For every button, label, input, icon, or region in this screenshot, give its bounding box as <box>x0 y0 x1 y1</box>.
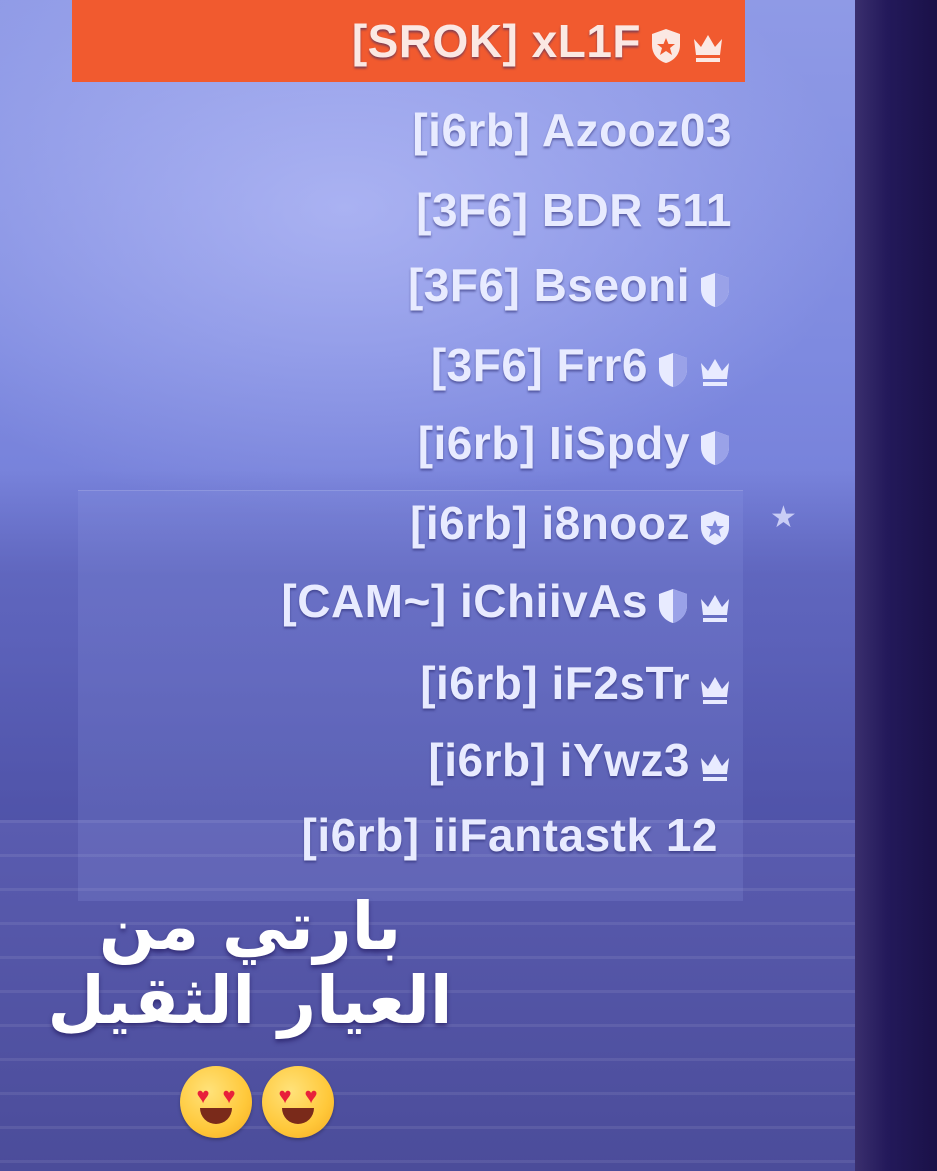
star-icon: ★ <box>770 501 797 534</box>
screen-bezel <box>855 0 937 1171</box>
story-caption: بارتي من العيار الثقيل <box>40 890 460 1038</box>
player-name: [i6rb] IiSpdy <box>417 417 690 469</box>
shield-star-icon <box>698 504 732 545</box>
player-name: [i6rb] i8nooz <box>410 497 690 549</box>
player-name: [CAM~] iChiivAs <box>281 575 648 627</box>
party-member-row[interactable]: [3F6] BDR 511 <box>416 175 732 245</box>
shield-icon <box>656 346 690 387</box>
party-member-row[interactable]: [i6rb] iYwz3 <box>428 725 732 795</box>
party-member-list: [SROK] xL1F [i6rb] Azooz03 [3F6] BDR 511… <box>0 0 760 900</box>
player-name: [3F6] Bseoni <box>407 259 690 311</box>
shield-icon <box>698 266 732 307</box>
heart-eyes-emoji-icon: ♥ ♥ <box>180 1066 252 1138</box>
player-name: [i6rb] iiFantastk 12 <box>301 809 718 861</box>
player-name: [SROK] xL1F <box>351 15 641 67</box>
crown-icon <box>698 346 732 386</box>
player-name: [i6rb] Azooz03 <box>412 104 732 156</box>
player-name: [3F6] Frr6 <box>430 339 648 391</box>
party-member-row[interactable]: [i6rb] i8nooz <box>410 488 732 558</box>
shield-icon <box>698 424 732 465</box>
shield-star-icon <box>649 22 683 63</box>
party-member-row[interactable]: [i6rb] iF2sTr <box>420 648 732 718</box>
caption-line: العيار الثقيل <box>47 961 453 1039</box>
party-member-row[interactable]: [i6rb] iiFantastk 12 <box>302 800 718 870</box>
party-member-row[interactable]: [3F6] Bseoni <box>408 250 732 320</box>
player-name: [3F6] BDR 511 <box>416 184 732 236</box>
crown-icon <box>698 741 732 781</box>
crown-icon <box>698 582 732 622</box>
crown-icon <box>691 22 725 62</box>
shield-icon <box>656 582 690 623</box>
party-member-row[interactable]: [CAM~] iChiivAs <box>281 566 732 636</box>
crown-icon <box>698 664 732 704</box>
party-member-row[interactable]: [i6rb] Azooz03 <box>412 95 732 165</box>
party-member-row[interactable]: [3F6] Frr6 <box>431 330 732 400</box>
emoji-group: ♥ ♥ ♥ ♥ <box>180 1066 334 1138</box>
player-name: [i6rb] iYwz3 <box>428 734 690 786</box>
player-name: [i6rb] iF2sTr <box>420 657 690 709</box>
party-member-row[interactable]: [SROK] xL1F <box>72 0 745 82</box>
party-member-row[interactable]: [i6rb] IiSpdy <box>418 408 732 478</box>
caption-line: بارتي من <box>98 888 402 965</box>
heart-eyes-emoji-icon: ♥ ♥ <box>262 1066 334 1138</box>
